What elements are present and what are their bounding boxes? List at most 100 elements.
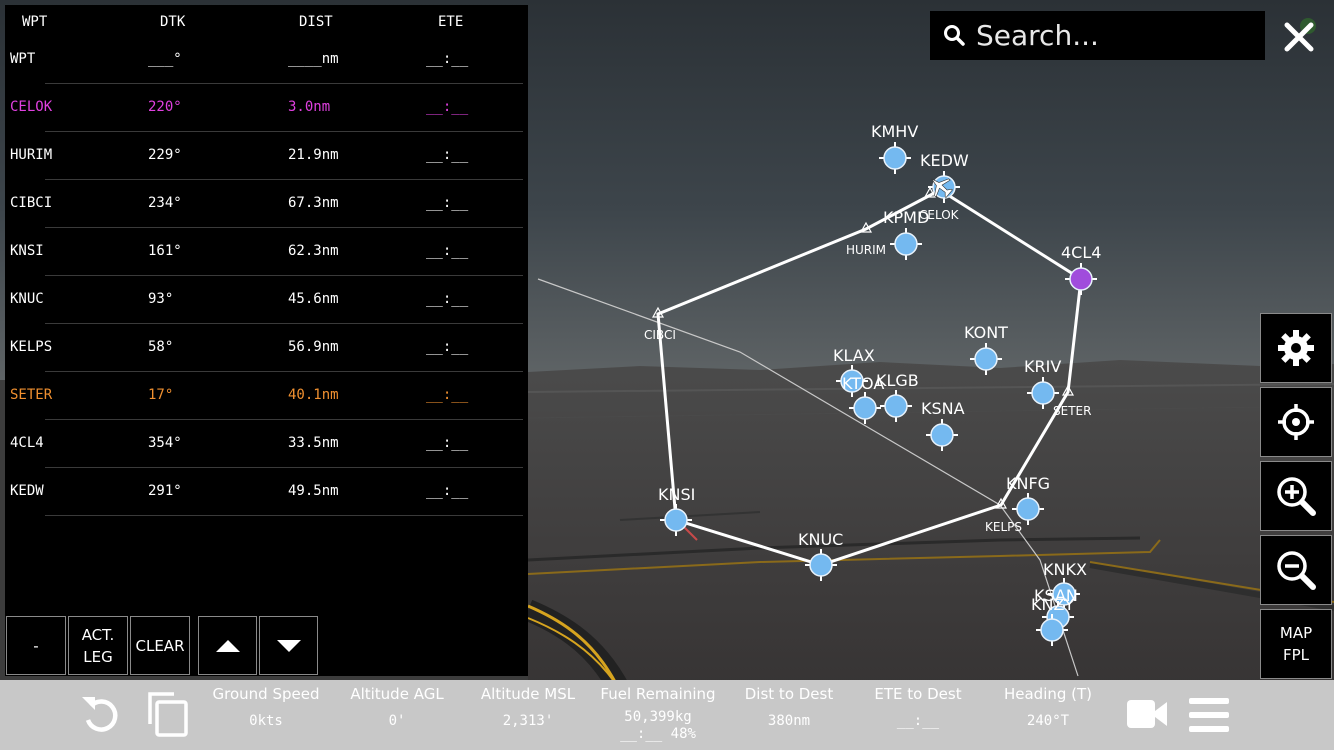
dtk-cell: 354° <box>148 435 182 451</box>
menu-icon[interactable] <box>1188 697 1230 733</box>
map-fpl-label-1: MAP <box>1279 624 1313 642</box>
ete-cell: __:__ <box>426 387 469 403</box>
airport-marker[interactable]: KRIV <box>1024 357 1061 409</box>
airport-marker[interactable]: KNFG <box>1006 474 1050 525</box>
arrow-up-icon <box>215 639 240 652</box>
waypoint-cell: KNUC <box>10 291 44 307</box>
clear-button[interactable]: CLEAR <box>130 616 190 675</box>
airport-marker[interactable]: KNUC <box>798 530 843 581</box>
ete-to-dest-label: ETE to Dest <box>874 685 962 703</box>
airport-label: KLGB <box>876 371 919 390</box>
airport-marker[interactable]: KLGB <box>876 371 919 422</box>
map-fpl-label-2: FPL <box>1282 646 1310 664</box>
airport-label: KNSI <box>658 485 695 504</box>
copy-icon[interactable] <box>146 690 192 740</box>
airport-label: KRIV <box>1024 357 1061 376</box>
move-down-button[interactable] <box>259 616 318 675</box>
ete-cell: __:__ <box>426 291 469 307</box>
dtk-cell: 234° <box>148 195 182 211</box>
flight-plan-row[interactable]: KEDW 291° 49.5nm __:__ <box>5 468 528 516</box>
fix-marker[interactable]: SETER <box>1053 384 1091 418</box>
zoom-in-button[interactable] <box>1260 461 1332 531</box>
camera-icon[interactable] <box>1126 698 1168 730</box>
dist-cell: 56.9nm <box>288 339 339 355</box>
dtk-cell: ___° <box>148 51 182 67</box>
dist-cell: ____nm <box>288 51 339 67</box>
airport-dot <box>664 508 688 532</box>
waypoint-cell: 4CL4 <box>10 435 44 451</box>
search-bar[interactable] <box>930 11 1265 60</box>
close-icon[interactable] <box>1280 16 1320 56</box>
fix-label: CELOK <box>919 208 960 222</box>
airport-label: KNUC <box>798 530 843 549</box>
airport-dot <box>1040 618 1064 642</box>
dist-cell: 62.3nm <box>288 243 339 259</box>
row-divider <box>45 515 523 516</box>
ete-cell: __:__ <box>426 147 469 163</box>
airport-dot <box>930 423 954 447</box>
zoom-in-icon <box>1277 477 1316 516</box>
waypoint-cell: CELOK <box>10 99 53 115</box>
ete-cell: __:__ <box>426 99 469 115</box>
header-wpt: WPT <box>22 14 48 30</box>
zoom-out-icon <box>1277 551 1316 590</box>
flight-plan-row[interactable]: 4CL4 354° 33.5nm __:__ <box>5 420 528 468</box>
airport-dot <box>1016 497 1040 521</box>
airport-label: KMHV <box>871 122 918 141</box>
heading-value: 240°T <box>1026 713 1070 729</box>
waypoint-cell: SETER <box>10 387 53 403</box>
flight-plan-row[interactable]: CIBCI 234° 67.3nm __:__ <box>5 180 528 228</box>
settings-button[interactable] <box>1260 313 1332 383</box>
flight-plan-row[interactable]: SETER 17° 40.1nm __:__ <box>5 372 528 420</box>
flight-plan-row[interactable]: KNSI 161° 62.3nm __:__ <box>5 228 528 276</box>
fuel-remaining-value: 50,399kg <box>624 709 692 725</box>
waypoint-cell: KNSI <box>10 243 44 259</box>
reset-icon[interactable] <box>80 690 122 738</box>
dist-cell: 3.0nm <box>288 99 331 115</box>
activate-leg-button[interactable]: ACT. LEG <box>68 616 128 675</box>
move-up-button[interactable] <box>198 616 257 675</box>
zoom-out-button[interactable] <box>1260 535 1332 605</box>
fix-label: HURIM <box>846 243 886 257</box>
fix-marker[interactable]: KELPS <box>985 497 1022 534</box>
dist-cell: 67.3nm <box>288 195 339 211</box>
remove-waypoint-label: - <box>33 636 39 655</box>
center-map-button[interactable] <box>1260 387 1332 457</box>
dtk-cell: 161° <box>148 243 182 259</box>
remove-waypoint-button[interactable]: - <box>6 616 66 675</box>
dtk-cell: 291° <box>148 483 182 499</box>
dtk-cell: 220° <box>148 99 182 115</box>
search-input[interactable] <box>976 19 1256 52</box>
flight-plan-row[interactable]: WPT ___° ____nm __:__ <box>5 36 528 84</box>
fuel-time-percent: __:__ 48% <box>620 726 696 742</box>
header-dtk: DTK <box>160 14 186 30</box>
ete-to-dest-stat: ETE to Dest __:__ <box>858 684 978 729</box>
airport-dot <box>974 347 998 371</box>
airport-marker[interactable]: KONT <box>964 323 1008 375</box>
dist-to-dest-label: Dist to Dest <box>744 685 834 703</box>
flight-plan-row[interactable]: CELOK 220° 3.0nm __:__ <box>5 84 528 132</box>
altitude-agl-stat: Altitude AGL 0' <box>338 684 456 729</box>
activate-leg-label-1: ACT. <box>81 625 115 644</box>
ground-speed-value: 0kts <box>249 713 283 729</box>
dist-cell: 33.5nm <box>288 435 339 451</box>
dist-cell: 45.6nm <box>288 291 339 307</box>
altitude-msl-value: 2,313' <box>502 713 554 729</box>
header-ete: ETE <box>438 14 464 30</box>
airport-marker[interactable]: KSNA <box>921 399 965 451</box>
flight-plan-row[interactable]: HURIM 229° 21.9nm __:__ <box>5 132 528 180</box>
ete-cell: __:__ <box>426 435 469 451</box>
airport-marker[interactable]: KMHV <box>871 122 918 174</box>
waypoint-cell: HURIM <box>10 147 53 163</box>
airport-label: KLAX <box>833 346 875 365</box>
dist-to-dest-value: 380nm <box>767 713 811 729</box>
waypoint-cell: KELPS <box>10 339 53 355</box>
map-fpl-toggle-button[interactable]: MAP FPL <box>1260 609 1332 679</box>
fuel-remaining-label: Fuel Remaining <box>600 685 716 703</box>
flight-plan-row[interactable]: KNUC 93° 45.6nm __:__ <box>5 276 528 324</box>
ete-cell: __:__ <box>426 243 469 259</box>
fuel-remaining-stat: Fuel Remaining 50,399kg __:__ 48% <box>598 684 718 742</box>
airport-marker[interactable]: KNSI <box>658 485 695 536</box>
waypoint-cell: KEDW <box>10 483 44 499</box>
flight-plan-row[interactable]: KELPS 58° 56.9nm __:__ <box>5 324 528 372</box>
